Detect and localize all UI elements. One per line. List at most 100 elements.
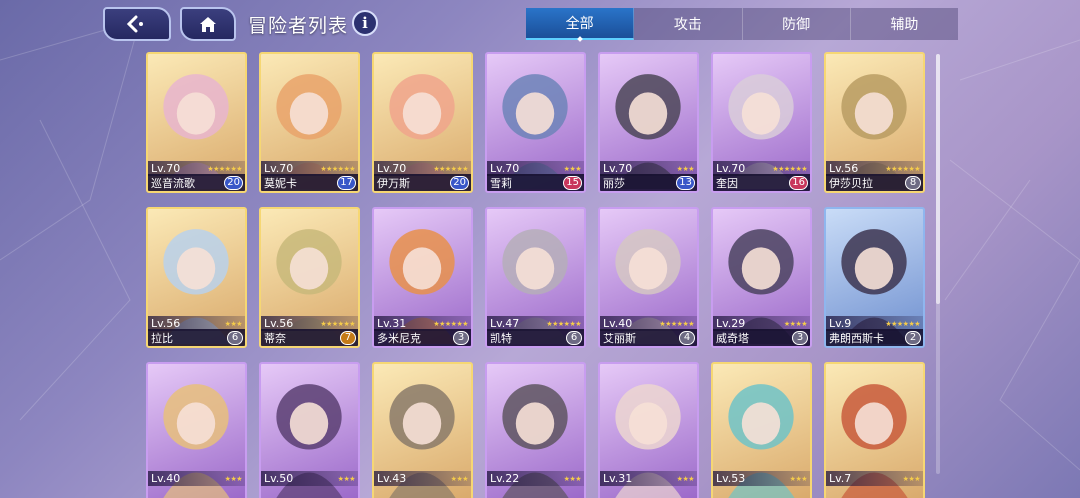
adventurer-name: 奎因 <box>716 176 738 190</box>
name-bar: 丽莎 13 <box>600 174 697 191</box>
adventurer-card[interactable]: Lv.7 ★★★ <box>824 362 925 498</box>
level-bar: Lv.50 ★★★ <box>261 471 358 486</box>
adventurer-card[interactable]: Lv.22 ★★★ <box>485 362 586 498</box>
star-rating: ★★★★★★ <box>433 164 468 173</box>
copy-count-badge: 6 <box>227 330 243 345</box>
name-bar: 奎因 16 <box>713 174 810 191</box>
level-bar: Lv.7 ★★★ <box>826 471 923 486</box>
page-title: 冒险者列表 <box>248 15 349 37</box>
adventurer-card[interactable]: Lv.9 ★★★★★★ 弗朗西斯卡 2 <box>824 207 925 348</box>
level-text: Lv.22 <box>490 472 520 485</box>
adventurer-name: 莫妮卡 <box>264 176 297 190</box>
level-text: Lv.40 <box>151 472 181 485</box>
adventurer-name: 雪莉 <box>490 176 512 190</box>
star-rating: ★★★ <box>450 474 469 483</box>
copy-count-badge: 6 <box>566 330 582 345</box>
adventurer-card[interactable]: Lv.70 ★★★★★★ 莫妮卡 17 <box>259 52 360 193</box>
copy-count-badge: 15 <box>563 175 582 190</box>
copy-count-badge: 17 <box>337 175 356 190</box>
level-bar: Lv.43 ★★★ <box>374 471 471 486</box>
copy-count-badge: 13 <box>676 175 695 190</box>
adventurer-card[interactable]: Lv.70 ★★★★★★ 伊万斯 20 <box>372 52 473 193</box>
filter-tabs: 全部 攻击 防御 辅助 <box>526 8 958 40</box>
adventurer-card[interactable]: Lv.70 ★★★★★★ 奎因 16 <box>711 52 812 193</box>
name-bar: 多米尼克 3 <box>374 329 471 346</box>
back-arrow-icon <box>126 15 143 33</box>
level-bar: Lv.40 ★★★ <box>148 471 245 486</box>
name-bar: 蒂奈 7 <box>261 329 358 346</box>
star-rating: ★★★ <box>676 474 695 483</box>
adventurer-card[interactable]: Lv.70 ★★★ 丽莎 13 <box>598 52 699 193</box>
adventurer-grid: Lv.70 ★★★★★★ 巡音流歌 20 Lv.70 ★★★★★★ 莫妮卡 17 Lv.70 ★★… <box>146 52 925 498</box>
adventurer-card[interactable]: Lv.31 ★★★★★★ 多米尼克 3 <box>372 207 473 348</box>
star-rating: ★★★ <box>224 474 243 483</box>
name-bar: 凯特 6 <box>487 329 584 346</box>
adventurer-name: 伊万斯 <box>377 176 410 190</box>
name-bar: 莫妮卡 17 <box>261 174 358 191</box>
star-rating: ★★★★★★ <box>659 319 694 328</box>
copy-count-badge: 2 <box>905 330 921 345</box>
copy-count-badge: 16 <box>789 175 808 190</box>
level-text: Lv.7 <box>829 472 852 485</box>
star-rating: ★★★★★★ <box>772 164 807 173</box>
star-rating: ★★★★★★ <box>885 164 920 173</box>
copy-count-badge: 3 <box>453 330 469 345</box>
adventurer-name: 伊莎贝拉 <box>829 176 873 190</box>
level-text: Lv.43 <box>377 472 407 485</box>
star-rating: ★★★ <box>676 164 695 173</box>
home-button[interactable] <box>180 7 236 41</box>
adventurer-name: 丽莎 <box>603 176 625 190</box>
adventurer-card[interactable]: Lv.70 ★★★★★★ 巡音流歌 20 <box>146 52 247 193</box>
adventurer-name: 拉比 <box>151 331 173 345</box>
level-text: Lv.31 <box>603 472 633 485</box>
star-rating: ★★★★★★ <box>885 319 920 328</box>
adventurer-name: 巡音流歌 <box>151 176 195 190</box>
star-rating: ★★★★★★ <box>320 164 355 173</box>
tab-all[interactable]: 全部 <box>526 8 635 40</box>
adventurer-card[interactable]: Lv.40 ★★★★★★ 艾丽斯 4 <box>598 207 699 348</box>
star-rating: ★★★★ <box>783 319 808 328</box>
tab-attack[interactable]: 攻击 <box>634 8 743 40</box>
star-rating: ★★★ <box>789 474 808 483</box>
star-rating: ★★★ <box>563 164 582 173</box>
level-bar: Lv.53 ★★★ <box>713 471 810 486</box>
level-text: Lv.53 <box>716 472 746 485</box>
star-rating: ★★★★★★ <box>546 319 581 328</box>
adventurer-card[interactable]: Lv.40 ★★★ <box>146 362 247 498</box>
star-rating: ★★★ <box>224 319 243 328</box>
adventurer-name: 艾丽斯 <box>603 331 636 345</box>
scrollbar-thumb[interactable] <box>936 54 940 304</box>
copy-count-badge: 8 <box>905 175 921 190</box>
copy-count-badge: 7 <box>340 330 356 345</box>
copy-count-badge: 3 <box>792 330 808 345</box>
adventurer-name: 凯特 <box>490 331 512 345</box>
adventurer-card[interactable]: Lv.70 ★★★ 雪莉 15 <box>485 52 586 193</box>
name-bar: 威奇塔 3 <box>713 329 810 346</box>
tab-defense[interactable]: 防御 <box>743 8 851 40</box>
adventurer-card[interactable]: Lv.29 ★★★★ 威奇塔 3 <box>711 207 812 348</box>
copy-count-badge: 20 <box>224 175 243 190</box>
adventurer-card[interactable]: Lv.56 ★★★★★★ 伊莎贝拉 8 <box>824 52 925 193</box>
name-bar: 巡音流歌 20 <box>148 174 245 191</box>
star-rating: ★★★ <box>902 474 921 483</box>
adventurer-name: 威奇塔 <box>716 331 749 345</box>
tab-support[interactable]: 辅助 <box>851 8 958 40</box>
level-bar: Lv.31 ★★★ <box>600 471 697 486</box>
adventurer-card[interactable]: Lv.53 ★★★ <box>711 362 812 498</box>
star-rating: ★★★★★★ <box>320 319 355 328</box>
adventurer-card[interactable]: Lv.31 ★★★ <box>598 362 699 498</box>
star-rating: ★★★ <box>337 474 356 483</box>
adventurer-card[interactable]: Lv.43 ★★★ <box>372 362 473 498</box>
back-button[interactable] <box>103 7 171 41</box>
adventurer-card[interactable]: Lv.56 ★★★★★★ 蒂奈 7 <box>259 207 360 348</box>
adventurer-name: 多米尼克 <box>377 331 421 345</box>
name-bar: 伊万斯 20 <box>374 174 471 191</box>
star-rating: ★★★★★★ <box>433 319 468 328</box>
info-button[interactable]: i <box>352 10 378 36</box>
adventurer-card[interactable]: Lv.56 ★★★ 拉比 6 <box>146 207 247 348</box>
adventurer-card[interactable]: Lv.50 ★★★ <box>259 362 360 498</box>
name-bar: 拉比 6 <box>148 329 245 346</box>
name-bar: 艾丽斯 4 <box>600 329 697 346</box>
scrollbar[interactable] <box>936 54 940 474</box>
adventurer-card[interactable]: Lv.47 ★★★★★★ 凯特 6 <box>485 207 586 348</box>
